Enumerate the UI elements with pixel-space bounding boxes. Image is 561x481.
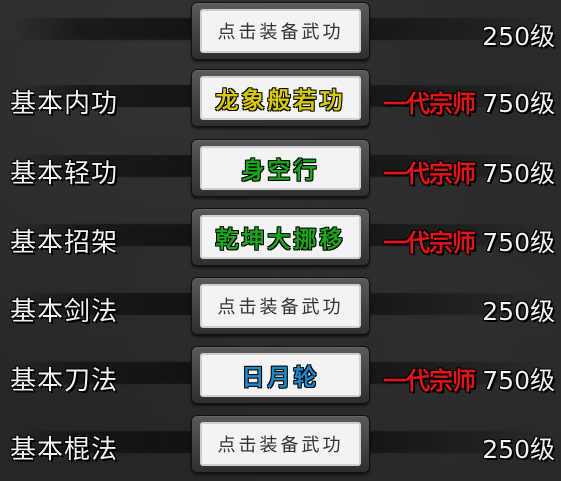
skill-slot[interactable]: 日月轮 bbox=[191, 346, 370, 404]
category-label: 基本棍法 bbox=[10, 435, 119, 465]
level-label: 750级 bbox=[482, 366, 555, 395]
category-label: 基本招架 bbox=[10, 228, 119, 258]
skill-slot[interactable]: 身空行 bbox=[191, 139, 370, 197]
skill-row-internal: 基本内功 龙象般若功 一代宗师 750级 bbox=[0, 67, 561, 133]
skill-row-blade: 基本刀法 日月轮 一代宗师 750级 bbox=[0, 344, 561, 410]
skill-slot[interactable]: 点击装备武功 bbox=[191, 277, 370, 335]
skill-slot-label[interactable]: 点击装备武功 bbox=[200, 9, 361, 53]
rank-label: 一代宗师 bbox=[383, 89, 476, 118]
category-label: 基本剑法 bbox=[10, 297, 119, 327]
skill-slot[interactable]: 乾坤大挪移 bbox=[191, 208, 370, 266]
skill-slot[interactable]: 龙象般若功 bbox=[191, 69, 370, 127]
level-label: 750级 bbox=[482, 228, 555, 257]
skill-row-staff: 基本棍法 点击装备武功 250级 bbox=[0, 413, 561, 479]
skill-row-lightness: 基本轻功 身空行 一代宗师 750级 bbox=[0, 137, 561, 203]
rank-label: 一代宗师 bbox=[383, 366, 476, 395]
level-label: 250级 bbox=[482, 297, 555, 326]
category-label: 基本刀法 bbox=[10, 366, 119, 396]
level-label: 250级 bbox=[482, 435, 555, 464]
rank-label: 一代宗师 bbox=[383, 159, 476, 188]
skill-row-parry: 基本招架 乾坤大挪移 一代宗师 750级 bbox=[0, 206, 561, 272]
rank-label: 一代宗师 bbox=[383, 228, 476, 257]
skill-row-sword: 基本剑法 点击装备武功 250级 bbox=[0, 275, 561, 341]
level-label: 750级 bbox=[482, 89, 555, 118]
skill-slot-label[interactable]: 身空行 bbox=[200, 146, 361, 190]
skill-slot-label[interactable]: 点击装备武功 bbox=[200, 422, 361, 466]
skill-slot-label[interactable]: 乾坤大挪移 bbox=[200, 215, 361, 259]
skill-slot-label[interactable]: 日月轮 bbox=[200, 353, 361, 397]
skill-slot[interactable]: 点击装备武功 bbox=[191, 415, 370, 473]
category-label: 基本内功 bbox=[10, 89, 119, 119]
skill-slot[interactable]: 点击装备武功 bbox=[191, 2, 370, 60]
skill-slot-label[interactable]: 点击装备武功 bbox=[200, 284, 361, 328]
level-label: 750级 bbox=[482, 159, 555, 188]
level-label: 250级 bbox=[482, 22, 555, 51]
category-label: 基本轻功 bbox=[10, 159, 119, 189]
skill-slot-label[interactable]: 龙象般若功 bbox=[200, 76, 361, 120]
skill-row-unnamed: 点击装备武功 250级 bbox=[0, 0, 561, 66]
